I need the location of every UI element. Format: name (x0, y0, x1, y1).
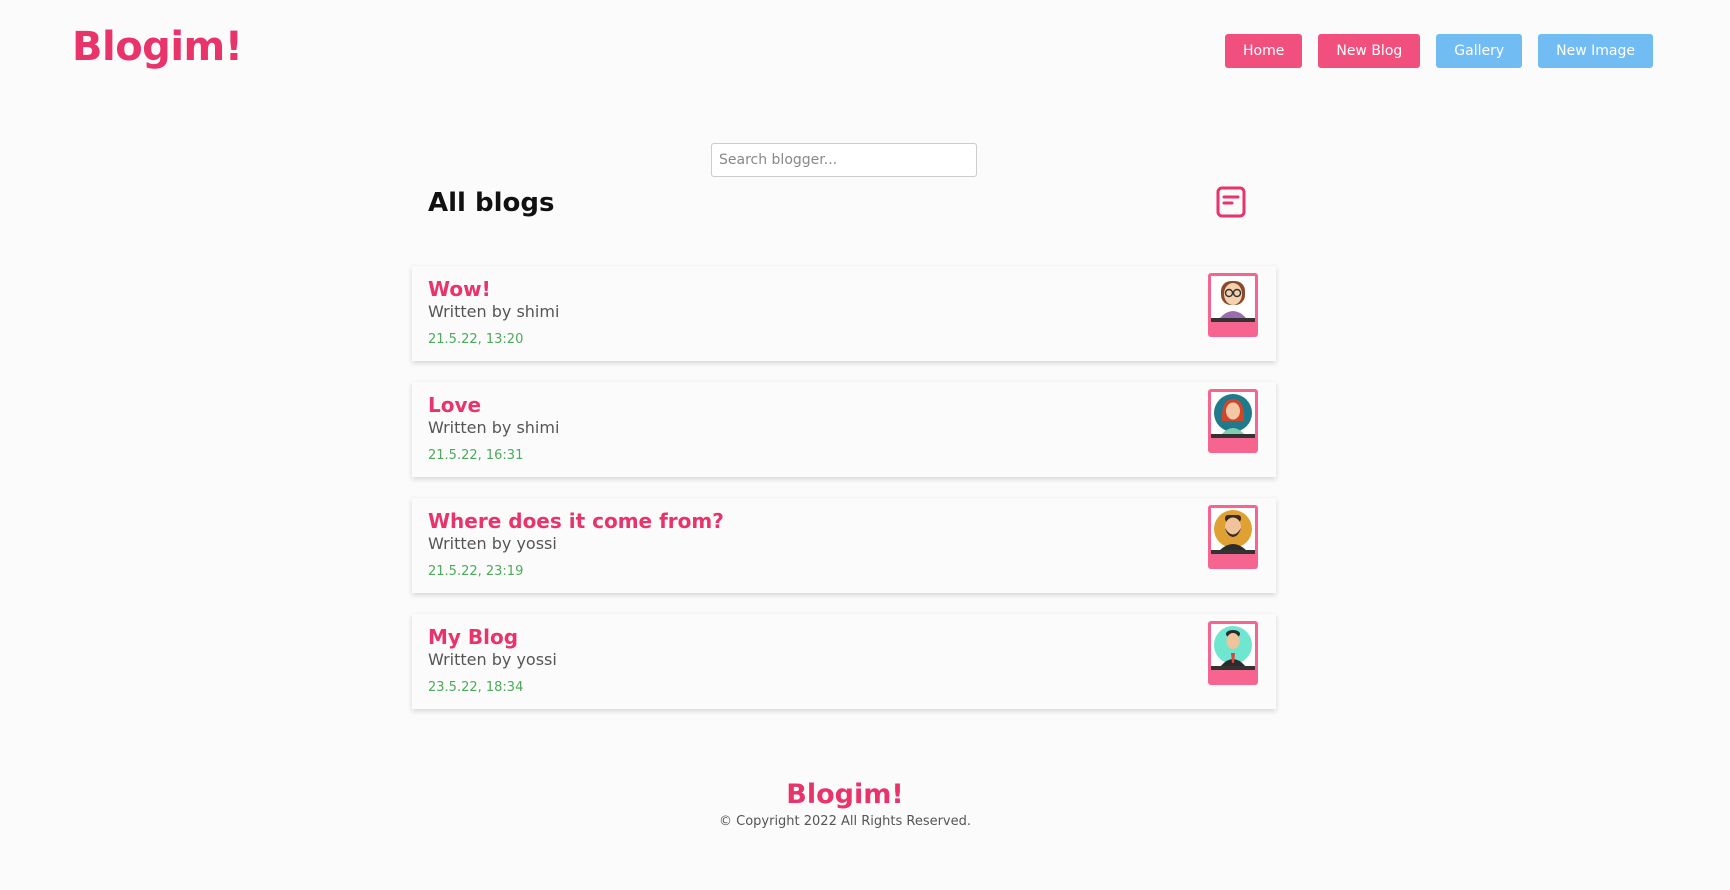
blog-title[interactable]: Love (428, 392, 1260, 418)
page-title: All blogs (428, 188, 555, 218)
woman-glasses-avatar-icon (1219, 281, 1247, 318)
blog-card[interactable]: Wow! Written by shimi 21.5.22, 13:20 (412, 266, 1276, 361)
blog-title[interactable]: Where does it come from? (428, 508, 1260, 534)
man-suit-avatar-icon (1214, 626, 1252, 666)
blog-card[interactable]: Where does it come from? Written by yoss… (412, 498, 1276, 593)
blog-date: 23.5.22, 18:34 (428, 680, 524, 695)
author-avatar (1208, 621, 1258, 685)
author-avatar (1208, 389, 1258, 453)
blog-list: Wow! Written by shimi 21.5.22, 13:20 Lov… (412, 266, 1276, 730)
footer-logo: Blogim! (786, 779, 904, 810)
nav-gallery-button[interactable]: Gallery (1436, 34, 1523, 68)
blog-author: Written by yossi (428, 534, 557, 553)
footer-copyright: © Copyright 2022 All Rights Reserved. (718, 814, 972, 829)
blog-list-icon (1216, 186, 1246, 218)
nav-new-blog-button[interactable]: New Blog (1318, 34, 1421, 68)
search-input[interactable] (711, 143, 977, 177)
nav-home-button[interactable]: Home (1225, 34, 1303, 68)
blog-title[interactable]: My Blog (428, 624, 1260, 650)
nav-new-image-button[interactable]: New Image (1538, 34, 1653, 68)
blog-author: Written by shimi (428, 418, 560, 437)
author-avatar (1208, 273, 1258, 337)
blog-author: Written by shimi (428, 302, 560, 321)
blog-date: 21.5.22, 13:20 (428, 332, 524, 347)
man-beard-avatar-icon (1214, 510, 1252, 550)
blog-date: 21.5.22, 23:19 (428, 564, 524, 579)
blog-author: Written by yossi (428, 650, 557, 669)
blog-date: 21.5.22, 16:31 (428, 448, 524, 463)
blog-card[interactable]: My Blog Written by yossi 23.5.22, 18:34 (412, 614, 1276, 709)
author-avatar (1208, 505, 1258, 569)
blog-title[interactable]: Wow! (428, 276, 1260, 302)
blog-card[interactable]: Love Written by shimi 21.5.22, 16:31 (412, 382, 1276, 477)
site-logo[interactable]: Blogim! (72, 24, 243, 70)
main-nav: Home New Blog Gallery New Image (1225, 34, 1653, 68)
woman-redhair-avatar-icon (1214, 394, 1252, 434)
